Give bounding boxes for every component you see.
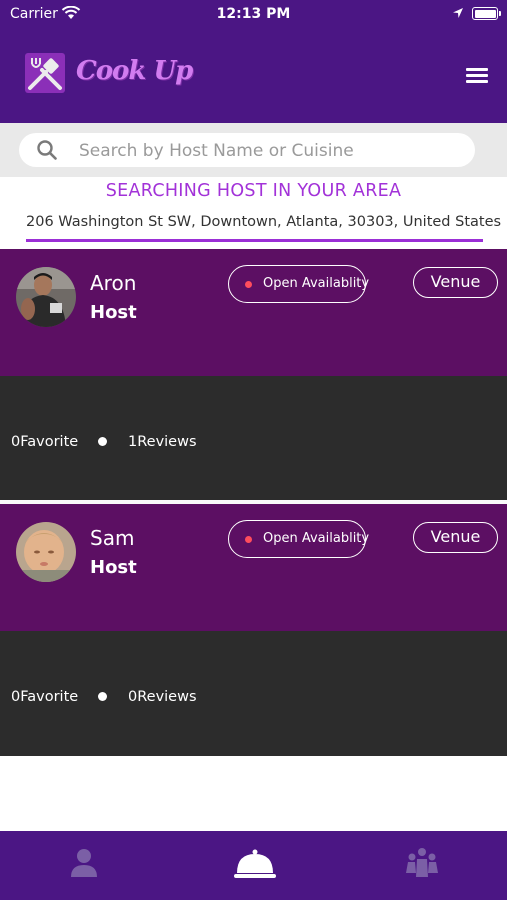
review-count[interactable]: 1Reviews <box>128 434 197 450</box>
clock: 12:13 PM <box>216 6 291 22</box>
bottom-tab-bar <box>0 831 507 900</box>
search-icon <box>37 140 57 160</box>
availability-dot <box>245 281 252 288</box>
battery-icon <box>472 7 501 20</box>
host-card[interactable]: Sam Host Open Availablity Venue 0Favorit… <box>0 504 507 756</box>
venue-button[interactable]: Venue <box>413 522 498 553</box>
host-name: Sam <box>90 526 135 550</box>
review-count[interactable]: 0Reviews <box>128 689 197 705</box>
cookup-logo-icon <box>25 53 65 93</box>
cloche-icon[interactable] <box>233 843 277 883</box>
profile-icon[interactable] <box>64 843 104 883</box>
app-logo-text: Cook Up <box>76 56 193 86</box>
bullet-separator <box>98 437 107 446</box>
search-input[interactable] <box>77 137 461 165</box>
bullet-separator <box>98 692 107 701</box>
current-address[interactable]: 206 Washington St SW, Downtown, Atlanta,… <box>26 214 507 230</box>
area-heading: SEARCHING HOST IN YOUR AREA <box>105 181 402 201</box>
host-role: Host <box>90 302 137 323</box>
address-underline <box>26 239 483 242</box>
host-name: Aron <box>90 271 137 295</box>
menu-button[interactable] <box>462 64 492 86</box>
host-role: Host <box>90 557 137 578</box>
search-bar[interactable] <box>19 133 475 167</box>
availability-label: Open Availablity <box>263 276 370 291</box>
app-header: Carrier 12:13 PM Cook Up <box>0 0 507 123</box>
open-availability-button[interactable]: Open Availablity <box>228 265 370 303</box>
favorite-count: 0Favorite <box>11 434 79 450</box>
location-arrow-icon <box>453 8 463 18</box>
host-avatar <box>16 267 76 327</box>
availability-dot <box>245 536 252 543</box>
host-card[interactable]: Aron Host Open Availablity Venue 0Favori… <box>0 249 507 501</box>
open-availability-button[interactable]: Open Availablity <box>228 520 370 558</box>
availability-label: Open Availablity <box>263 531 370 546</box>
venue-button[interactable]: Venue <box>413 267 498 298</box>
community-icon[interactable] <box>402 843 442 883</box>
favorite-count: 0Favorite <box>11 689 79 705</box>
status-bar: Carrier 12:13 PM <box>0 0 507 30</box>
host-avatar <box>16 522 76 582</box>
